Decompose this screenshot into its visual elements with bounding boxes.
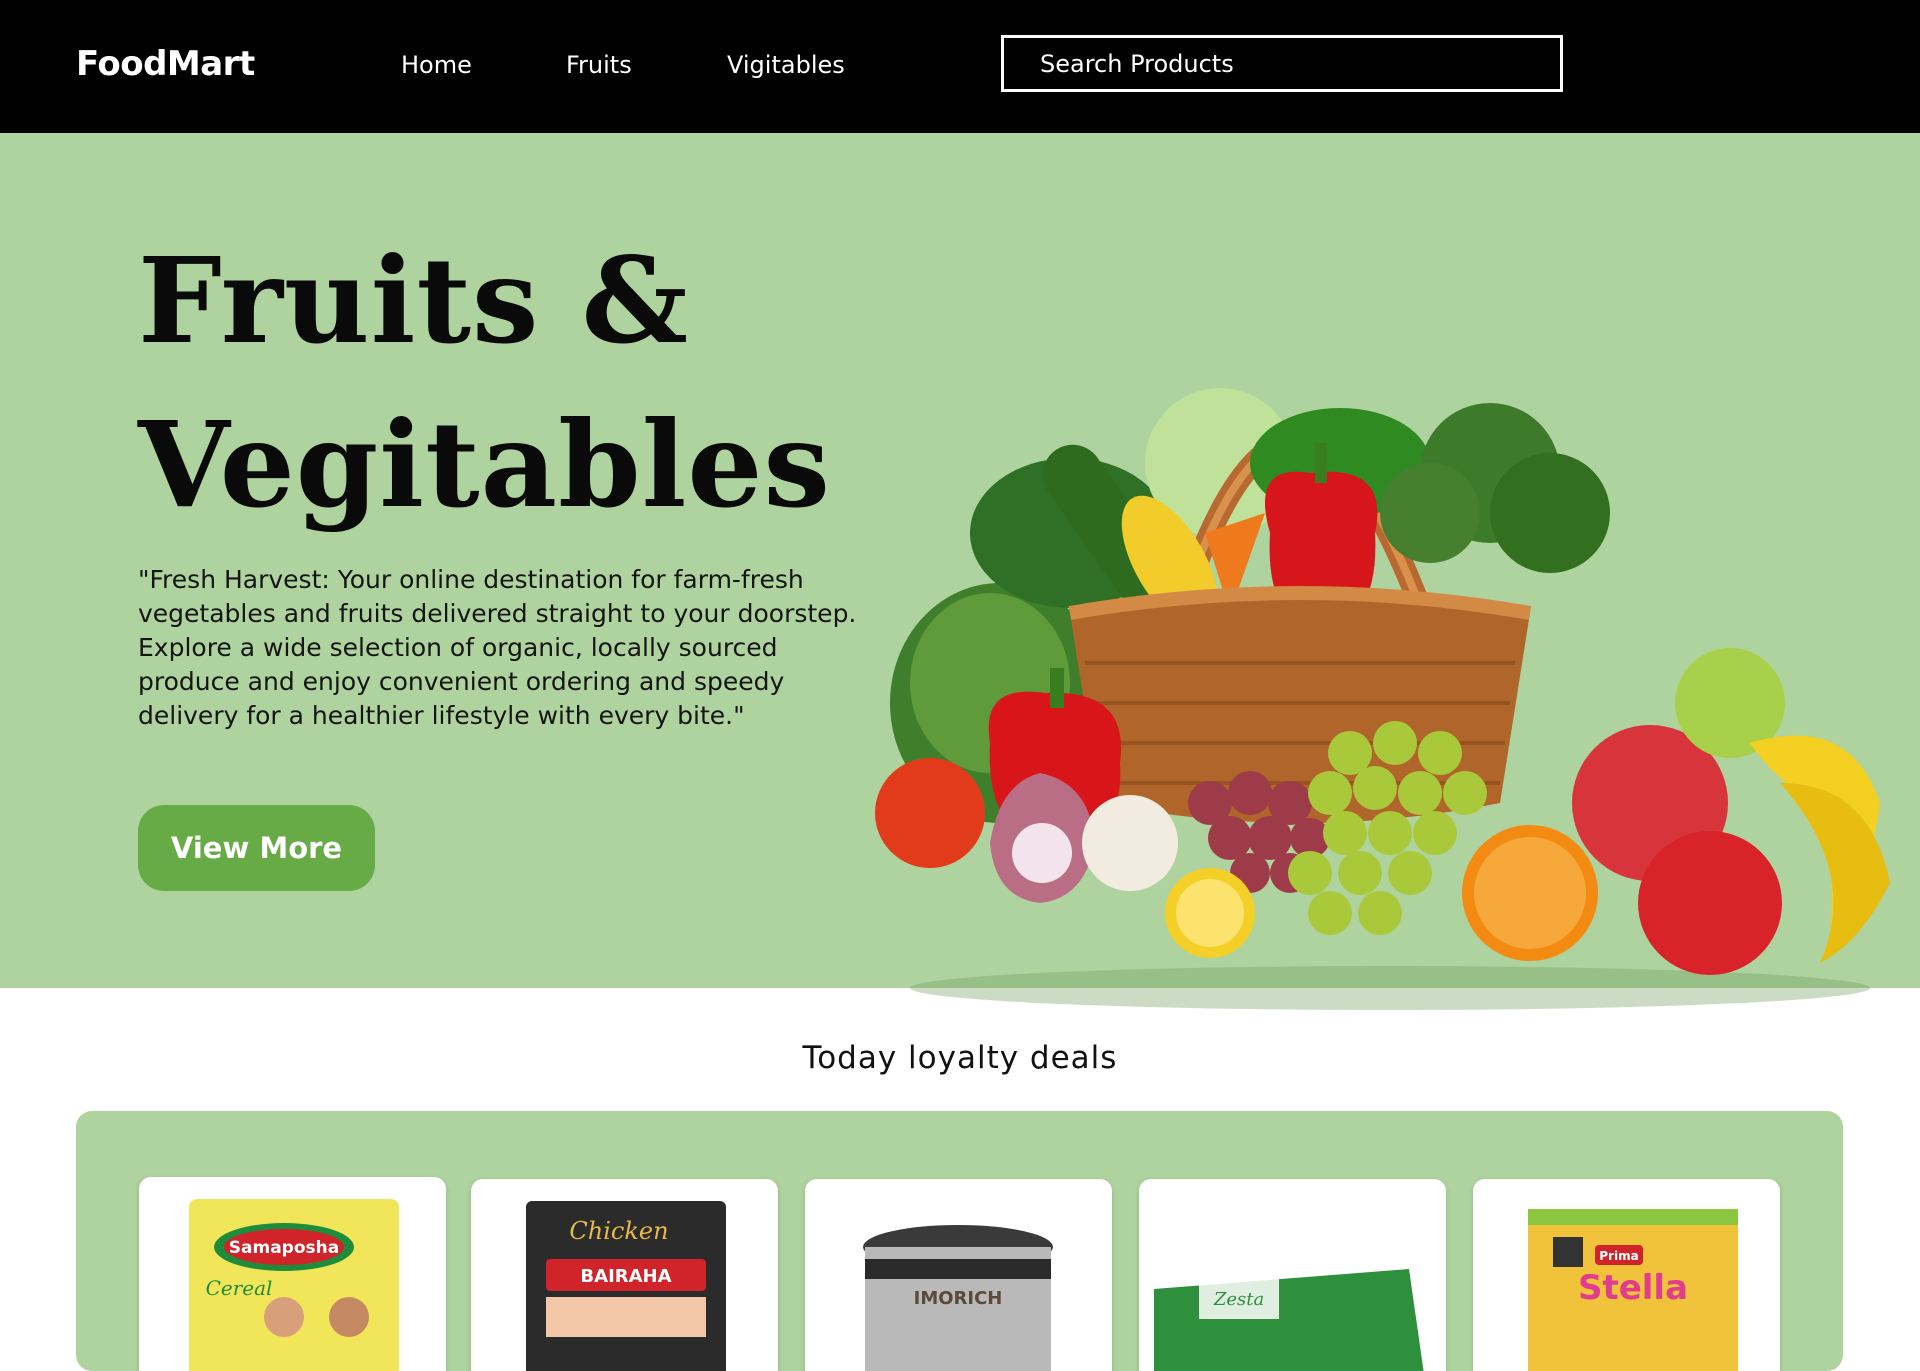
- product-brand-text: Zesta: [1213, 1289, 1264, 1310]
- search-input[interactable]: [1001, 35, 1563, 92]
- product-card[interactable]: Prima Stella: [1473, 1179, 1780, 1371]
- product-card[interactable]: Chicken BAIRAHA: [471, 1179, 778, 1371]
- product-image: Chicken BAIRAHA: [526, 1201, 726, 1371]
- brand-logo[interactable]: FoodMart: [76, 44, 255, 84]
- product-image: Samaposha Cereal: [189, 1199, 399, 1371]
- nav-link-home[interactable]: Home: [401, 51, 472, 79]
- product-sub-text: Cereal: [206, 1276, 273, 1300]
- product-image: Prima Stella: [1528, 1209, 1738, 1371]
- hero-title-line-2: Vegitables: [138, 395, 831, 534]
- deals-title: Today loyalty deals: [802, 1040, 1118, 1076]
- hero-section: Fruits & Vegitables "Fresh Harvest: Your…: [0, 133, 1920, 1010]
- hero-description: "Fresh Harvest: Your online destination …: [138, 565, 857, 730]
- product-image: Zesta: [1154, 1269, 1424, 1371]
- top-nav: FoodMart Home Fruits Vigitables: [0, 0, 1920, 133]
- product-brand-text: Prima: [1599, 1249, 1638, 1263]
- hero-title-line-1: Fruits &: [138, 231, 690, 370]
- product-brand-text: Samaposha: [229, 1238, 339, 1258]
- deals-panel: Samaposha Cereal Chicken BAIRAHA IMORICH…: [76, 1111, 1843, 1371]
- product-sub-text: BAIRAHA: [580, 1266, 671, 1287]
- product-sub-text: Stella: [1578, 1268, 1688, 1308]
- product-card[interactable]: IMORICH: [805, 1179, 1112, 1371]
- nav-link-fruits[interactable]: Fruits: [566, 51, 632, 79]
- hero-title: Fruits & Vegitables: [138, 219, 831, 547]
- product-brand-text: Chicken: [569, 1217, 668, 1245]
- nav-link-vegetables[interactable]: Vigitables: [727, 51, 845, 79]
- product-card[interactable]: Zesta: [1139, 1179, 1446, 1371]
- product-image: IMORICH: [863, 1225, 1053, 1371]
- product-brand-text: IMORICH: [914, 1288, 1003, 1309]
- view-more-button[interactable]: View More: [138, 805, 375, 891]
- produce-basket-image: [875, 388, 1890, 1010]
- product-card[interactable]: Samaposha Cereal: [139, 1177, 446, 1371]
